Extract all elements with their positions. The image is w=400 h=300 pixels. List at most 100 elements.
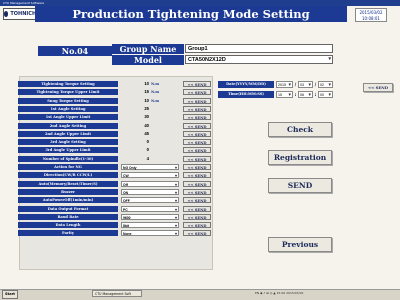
- setting-value-input[interactable]: 25: [121, 106, 149, 112]
- minute-value: 06: [300, 93, 304, 97]
- chevron-down-icon[interactable]: ▾: [175, 223, 177, 229]
- month-select[interactable]: 03 ▾: [298, 81, 313, 88]
- setting-value-input[interactable]: 10: [121, 81, 149, 87]
- option-select[interactable]: PC ▾: [121, 205, 179, 213]
- logo-text: TOHNICHI: [10, 11, 38, 17]
- setting-label: 3rd Angle Upper Limit: [18, 147, 118, 154]
- day-select[interactable]: 02 ▾: [318, 81, 333, 88]
- option-label: Baud Rate: [18, 213, 118, 220]
- setting-row: Tightening Torque Setting 10 N.m << SEND: [18, 81, 213, 88]
- option-send-button[interactable]: << SEND: [183, 180, 211, 187]
- model-select[interactable]: CTA50N2X12D ▾: [185, 55, 333, 64]
- year-select[interactable]: 2015 ▾: [276, 81, 293, 88]
- setting-send-button[interactable]: << SEND: [183, 122, 211, 129]
- option-select[interactable]: 9600 ▾: [121, 213, 179, 221]
- option-select[interactable]: ON ▾: [121, 188, 179, 196]
- option-value: NG Only: [123, 166, 137, 170]
- chevron-down-icon[interactable]: ▾: [175, 198, 177, 204]
- setting-value-input[interactable]: 15: [121, 89, 149, 95]
- setting-unit: [151, 114, 165, 120]
- system-tray: EN ◆ ♪ ⊞ ◎ ▲ 15:06 2015/03/02: [255, 291, 304, 295]
- setting-value-input[interactable]: 4: [121, 156, 149, 162]
- setting-label: Tightening Torque Upper Limit: [18, 89, 118, 96]
- model-label: Model: [112, 55, 184, 65]
- setting-send-button[interactable]: << SEND: [183, 105, 211, 112]
- option-send-button[interactable]: << SEND: [183, 230, 211, 237]
- setting-value-input[interactable]: 0: [121, 147, 149, 153]
- option-row: Data Length 8bit ▾ << SEND: [18, 222, 213, 229]
- setting-send-button[interactable]: << SEND: [183, 155, 211, 162]
- previous-button[interactable]: Previous: [268, 237, 332, 252]
- setting-unit: N.m: [151, 82, 160, 86]
- option-select[interactable]: CW ▾: [121, 172, 179, 179]
- option-label: AutoPowerOff(1min/min): [18, 197, 118, 204]
- option-send-button[interactable]: << SEND: [183, 222, 211, 229]
- setting-send-button[interactable]: << SEND: [183, 97, 211, 104]
- group-name-input[interactable]: Group1: [185, 44, 333, 53]
- hour-select[interactable]: 15 ▾: [276, 91, 293, 98]
- setting-label: 3rd Angle Setting: [18, 139, 118, 146]
- send-button[interactable]: SEND: [268, 178, 332, 193]
- option-row: Auto(Memory/Reset/Timer/S) Off ▾ << SEND: [18, 180, 213, 188]
- option-select[interactable]: Off ▾: [121, 180, 179, 188]
- chevron-down-icon[interactable]: ▾: [175, 207, 177, 213]
- setting-label: 2nd Angle Setting: [18, 122, 118, 129]
- registration-button[interactable]: Registration: [268, 150, 332, 165]
- option-label: Parity: [18, 230, 118, 237]
- option-send-button[interactable]: << SEND: [183, 188, 211, 195]
- option-row: Parity None ▾ << SEND: [18, 230, 213, 237]
- setting-send-button[interactable]: << SEND: [183, 81, 211, 87]
- setting-value-input[interactable]: 10: [121, 98, 149, 104]
- chevron-down-icon[interactable]: ▾: [328, 92, 331, 98]
- tool-number-label: No.04: [38, 46, 112, 56]
- check-button[interactable]: Check: [268, 122, 332, 137]
- option-send-button[interactable]: << SEND: [183, 205, 211, 212]
- setting-label: 1st Angle Setting: [18, 105, 118, 112]
- minute-select[interactable]: 06 ▾: [298, 91, 313, 98]
- setting-row: 2nd Angle Upper Limit 45 << SEND: [18, 130, 213, 138]
- option-select[interactable]: OFF ▾: [121, 197, 179, 204]
- chevron-down-icon[interactable]: ▾: [308, 92, 311, 98]
- setting-send-button[interactable]: << SEND: [183, 114, 211, 121]
- setting-send-button[interactable]: << SEND: [183, 139, 211, 146]
- setting-send-button[interactable]: << SEND: [183, 147, 211, 154]
- setting-send-button[interactable]: << SEND: [183, 130, 211, 137]
- setting-value-input[interactable]: 30: [121, 114, 149, 120]
- chevron-down-icon[interactable]: ▾: [288, 92, 291, 98]
- chevron-down-icon[interactable]: ▾: [308, 82, 311, 88]
- setting-row: 1st Angle Upper Limit 30 << SEND: [18, 114, 213, 121]
- option-select[interactable]: NG Only ▾: [121, 164, 179, 170]
- setting-label: Snug Torque Setting: [18, 97, 118, 104]
- chevron-down-icon[interactable]: ▾: [288, 82, 291, 88]
- option-send-button[interactable]: << SEND: [183, 172, 211, 179]
- current-date-text: 2015/03/02: [359, 10, 383, 15]
- chevron-down-icon[interactable]: ▾: [175, 215, 177, 221]
- chevron-down-icon[interactable]: ▾: [175, 190, 177, 196]
- setting-value-input[interactable]: 45: [121, 131, 149, 137]
- logo-mark-icon: [4, 11, 9, 17]
- option-label: Auto(Memory/Reset/Timer/S): [18, 180, 118, 187]
- setting-row: 3rd Angle Setting 0 << SEND: [18, 139, 213, 146]
- setting-value-input[interactable]: 40: [121, 123, 149, 129]
- chevron-down-icon[interactable]: ▾: [175, 231, 177, 237]
- datetime-send-button[interactable]: << SEND: [363, 83, 393, 92]
- option-select[interactable]: None ▾: [121, 230, 179, 237]
- option-send-button[interactable]: << SEND: [183, 213, 211, 220]
- option-send-button[interactable]: << SEND: [183, 197, 211, 204]
- setting-label: Tightening Torque Setting: [18, 81, 118, 87]
- start-button[interactable]: Start: [2, 290, 18, 299]
- setting-label: 2nd Angle Upper Limit: [18, 130, 118, 137]
- option-select[interactable]: 8bit ▾: [121, 222, 179, 229]
- chevron-down-icon[interactable]: ▾: [328, 82, 331, 88]
- setting-row: 1st Angle Setting 25 << SEND: [18, 105, 213, 113]
- chevron-down-icon[interactable]: ▾: [175, 173, 177, 179]
- taskbar-item-ctu[interactable]: CTU Management Soft: [92, 290, 142, 297]
- setting-value-input[interactable]: 0: [121, 139, 149, 145]
- option-send-button[interactable]: << SEND: [183, 164, 211, 170]
- second-select[interactable]: 00 ▾: [318, 91, 333, 98]
- chevron-down-icon[interactable]: ▾: [175, 182, 177, 188]
- setting-send-button[interactable]: << SEND: [183, 89, 211, 96]
- chevron-down-icon[interactable]: ▾: [175, 165, 177, 171]
- day-value: 02: [320, 83, 324, 87]
- chevron-down-icon[interactable]: ▾: [328, 56, 331, 62]
